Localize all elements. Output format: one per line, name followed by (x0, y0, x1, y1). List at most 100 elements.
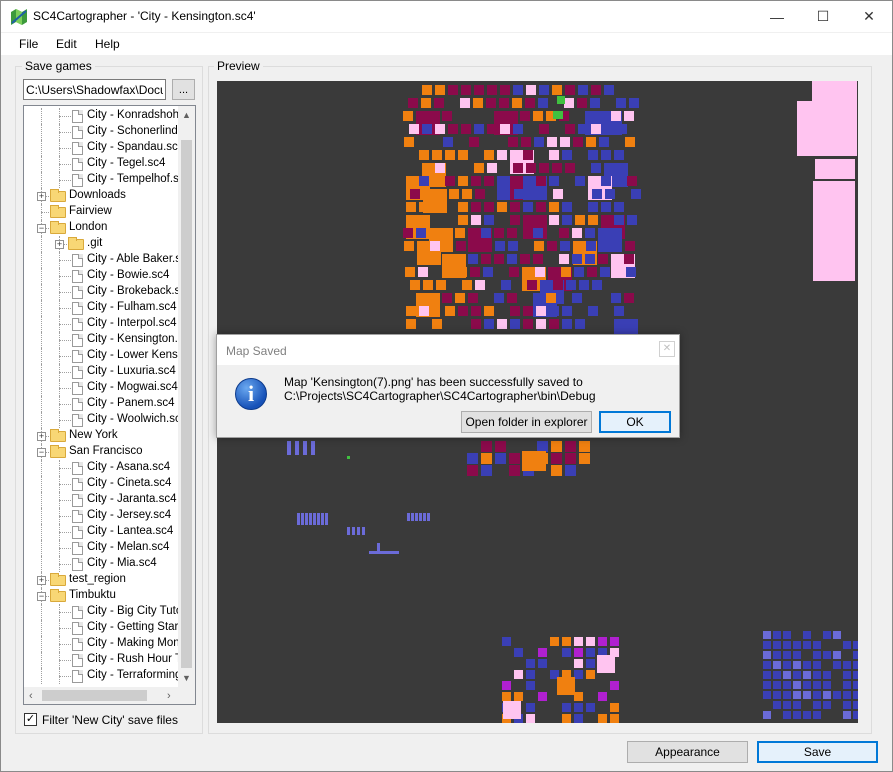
menu-help[interactable]: Help (95, 37, 120, 51)
tree-file-item[interactable]: City - Mia.sc4 (24, 556, 180, 572)
horizontal-scroll-thumb[interactable] (42, 690, 147, 701)
collapse-icon[interactable]: − (37, 592, 46, 601)
tree-folder-item[interactable]: + test_region (24, 572, 180, 588)
tree-file-item[interactable]: City - Panem.sc4 (24, 396, 180, 412)
map-zone-tile (534, 137, 544, 147)
map-zone-tile (549, 306, 559, 316)
tree-file-item[interactable]: City - Lantea.sc4 (24, 524, 180, 540)
menu-file[interactable]: File (19, 37, 38, 51)
tree-file-item[interactable]: City - Terraforming.sc4 (24, 668, 180, 684)
map-zone-tile (853, 641, 858, 649)
tree-folder-item[interactable]: − San Francisco (24, 444, 180, 460)
tree-folder-item[interactable]: − Timbuktu (24, 588, 180, 604)
map-zone-tile (458, 202, 468, 212)
tree-file-item[interactable]: City - Schonerlinde.sc4 (24, 124, 180, 140)
tree-guide-line (41, 348, 42, 364)
tree-folder-item[interactable]: + New York (24, 428, 180, 444)
map-zone-tile (853, 691, 858, 699)
map-zone-tile (495, 453, 506, 464)
tree-folder-item[interactable]: Fairview (24, 204, 180, 220)
tree-file-item[interactable]: City - Jersey.sc4 (24, 508, 180, 524)
map-zone-tile (561, 267, 571, 277)
scroll-down-icon[interactable]: ▼ (182, 673, 191, 683)
tree-file-item[interactable]: City - Spandau.sc4 (24, 140, 180, 156)
tree-guide-line (41, 492, 42, 508)
browse-button[interactable]: ... (172, 79, 195, 100)
scroll-up-icon[interactable]: ▲ (182, 110, 191, 120)
title-bar[interactable]: SC4Cartographer - 'City - Kensington.sc4… (1, 1, 892, 32)
ok-button[interactable]: OK (599, 411, 671, 433)
vertical-scroll-thumb[interactable] (181, 140, 192, 668)
map-zone-tile (853, 701, 858, 709)
save-path-input[interactable] (23, 79, 166, 100)
tree-file-item[interactable]: City - Tegel.sc4 (24, 156, 180, 172)
map-zone-tile (575, 176, 585, 186)
map-zone-tile (457, 267, 467, 277)
tree-folder-item[interactable]: + Downloads (24, 188, 180, 204)
scroll-left-icon[interactable]: ‹ (29, 690, 33, 702)
tree-file-item[interactable]: City - Interpol.sc4 (24, 316, 180, 332)
expand-icon[interactable]: + (37, 192, 46, 201)
maximize-button[interactable]: ☐ (800, 1, 846, 32)
tree-file-item[interactable]: City - Fulham.sc4 (24, 300, 180, 316)
tree-guide-line (59, 484, 71, 485)
expand-icon[interactable]: + (55, 240, 64, 249)
tree-folder-item[interactable]: − London (24, 220, 180, 236)
menu-edit[interactable]: Edit (56, 37, 77, 51)
tree-item-label: London (69, 221, 108, 233)
tree-file-item[interactable]: City - Melan.sc4 (24, 540, 180, 556)
collapse-icon[interactable]: − (37, 448, 46, 457)
map-zone-tile (549, 319, 559, 329)
scroll-right-icon[interactable]: › (167, 690, 171, 702)
tree-file-item[interactable]: City - Cineta.sc4 (24, 476, 180, 492)
tree-file-item[interactable]: City - Mogwai.sc4 (24, 380, 180, 396)
map-zone-tile (449, 189, 459, 199)
map-zone-tile (614, 150, 624, 160)
appearance-button[interactable]: Appearance (627, 741, 748, 763)
tree-file-item[interactable]: City - Konradshohe.sc4 (24, 108, 180, 124)
tree-file-item[interactable]: City - Rush Hour Tutorial.sc4 (24, 652, 180, 668)
collapse-icon[interactable]: − (37, 224, 46, 233)
tree-guide-line (59, 148, 71, 149)
tree-file-item[interactable]: City - Asana.sc4 (24, 460, 180, 476)
tree-guide-line (41, 604, 42, 620)
open-folder-button[interactable]: Open folder in explorer (461, 411, 592, 433)
filter-label[interactable]: Filter 'New City' save files (42, 713, 178, 727)
map-zone-tile (565, 453, 576, 464)
save-button[interactable]: Save (757, 741, 878, 763)
minimize-button[interactable]: — (754, 1, 800, 32)
map-zone-tile (422, 124, 432, 134)
tree-file-item[interactable]: City - Jaranta.sc4 (24, 492, 180, 508)
tree-file-item[interactable]: City - Luxuria.sc4 (24, 364, 180, 380)
map-zone-tile (601, 176, 611, 186)
tree-item-label: San Francisco (69, 445, 143, 457)
map-zone-tile (462, 280, 472, 290)
save-games-tree[interactable]: City - Konradshohe.sc4 City - Schonerlind… (23, 105, 196, 705)
tree-file-item[interactable]: City - Getting Started.sc4 (24, 620, 180, 636)
tree-guide-line (59, 116, 71, 117)
map-zone-tile (803, 691, 811, 699)
close-button[interactable]: ✕ (846, 1, 892, 32)
map-zone-tile (526, 714, 535, 723)
tree-file-item[interactable]: City - Tempelhof.sc4 (24, 172, 180, 188)
tree-file-item[interactable]: City - Making Money.sc4 (24, 636, 180, 652)
map-zone-tile (481, 465, 492, 476)
tree-file-item[interactable]: City - Big City Tutorial.sc4 (24, 604, 180, 620)
tree-file-item[interactable]: City - Lower Kensington.sc4 (24, 348, 180, 364)
tree-file-item[interactable]: City - Kensington.sc4 (24, 332, 180, 348)
tree-horizontal-scrollbar[interactable]: ‹ › (24, 687, 195, 704)
tree-file-item[interactable]: City - Woolwich.sc4 (24, 412, 180, 428)
dialog-close-button[interactable]: ✕ (659, 341, 675, 357)
filter-checkbox[interactable]: ✓ (24, 713, 37, 726)
expand-icon[interactable]: + (37, 432, 46, 441)
tree-file-item[interactable]: City - Bowie.sc4 (24, 268, 180, 284)
map-zone-tile (572, 293, 582, 303)
tree-folder-item[interactable]: + .git (24, 236, 180, 252)
tree-file-item[interactable]: City - Brokeback.sc4 (24, 284, 180, 300)
tree-file-item[interactable]: City - Able Baker.sc4 (24, 252, 180, 268)
dialog-message-line1: Map 'Kensington(7).png' has been success… (284, 375, 583, 389)
tree-guide-line (41, 540, 42, 556)
tree-vertical-scrollbar[interactable]: ▲ ▼ (178, 106, 195, 687)
expand-icon[interactable]: + (37, 576, 46, 585)
map-zone-tile (547, 137, 557, 147)
